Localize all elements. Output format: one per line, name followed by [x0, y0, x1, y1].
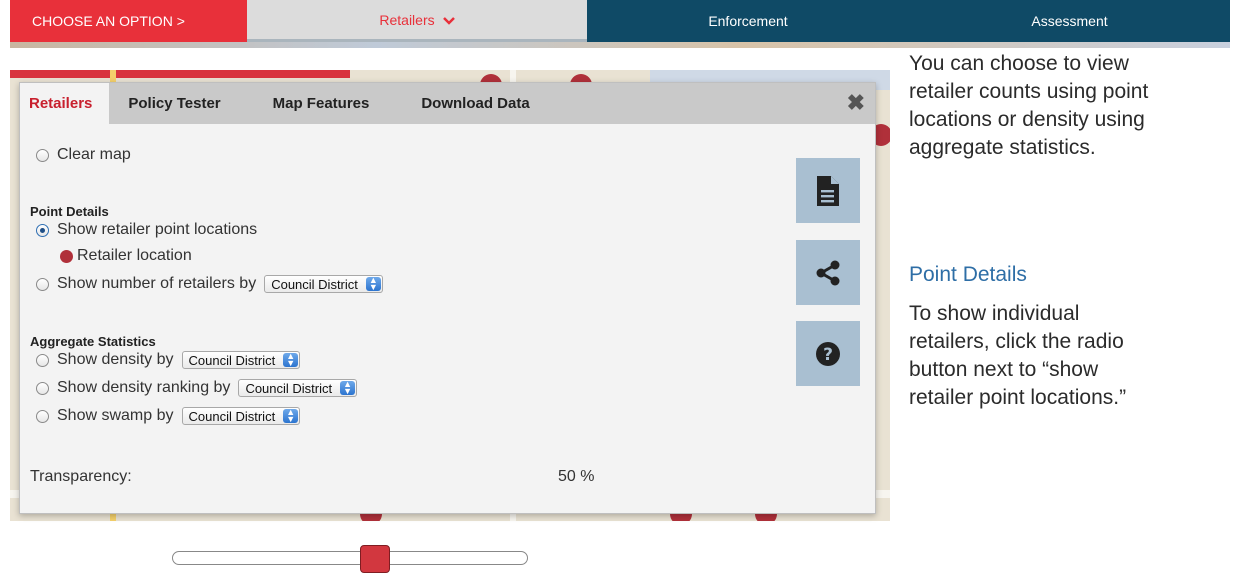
document-icon: [817, 175, 839, 206]
select-arrows-icon: ▲ ▼: [283, 408, 299, 424]
enforcement-tab[interactable]: Enforcement: [587, 0, 909, 42]
top-nav: CHOOSE AN OPTION > Retailers Enforcement…: [10, 0, 1230, 42]
show-swamp-label: Show swamp by: [57, 407, 174, 424]
show-density-option[interactable]: Show density by Council District ▲ ▼: [36, 351, 301, 369]
tab-policy-tester[interactable]: Policy Tester: [109, 83, 246, 124]
map-strip: [10, 42, 1230, 48]
show-swamp-option[interactable]: Show swamp by Council District ▲ ▼: [36, 407, 301, 425]
clear-map-radio[interactable]: [36, 148, 49, 162]
transparency-slider[interactable]: [172, 551, 528, 565]
help-button[interactable]: ?: [796, 321, 860, 386]
panel-content: Clear map Point Details Show retailer po…: [20, 124, 875, 513]
select-arrows-icon: ▲ ▼: [283, 352, 299, 368]
intro-text: You can choose to view retailer counts u…: [909, 50, 1243, 162]
show-number-radio[interactable]: [36, 277, 49, 291]
tab-download-data[interactable]: Download Data: [395, 83, 555, 124]
svg-text:?: ?: [823, 345, 833, 365]
select-arrows-icon: ▲ ▼: [340, 380, 356, 396]
select-value: Council District: [245, 380, 333, 396]
show-points-option[interactable]: Show retailer point locations: [36, 221, 257, 239]
show-swamp-radio[interactable]: [36, 409, 49, 423]
detail-line: retailer point locations.”: [909, 386, 1127, 409]
district-select[interactable]: Council District ▲ ▼: [264, 275, 383, 293]
point-details-heading: Point Details: [30, 204, 109, 219]
legend-label: Retailer location: [77, 247, 192, 264]
intro-line: You can choose to view: [909, 52, 1129, 75]
legend-item: Retailer location: [60, 247, 192, 265]
aggregate-heading: Aggregate Statistics: [30, 334, 156, 349]
assessment-tab[interactable]: Assessment: [909, 0, 1230, 42]
transparency-label: Transparency:: [30, 468, 132, 485]
tab-map-features[interactable]: Map Features: [247, 83, 396, 124]
retailer-location-marker-icon: [60, 249, 73, 263]
detail-text: To show individual retailers, click the …: [909, 300, 1243, 412]
select-value: Council District: [188, 408, 276, 424]
retailers-panel: Retailers Policy Tester Map Features Dow…: [19, 82, 876, 573]
intro-line: aggregate statistics.: [909, 136, 1096, 159]
transparency-slider-handle[interactable]: [360, 545, 390, 573]
share-icon: [816, 260, 840, 285]
intro-line: locations or density using: [909, 108, 1145, 131]
retailers-label: Retailers: [379, 11, 435, 28]
select-value: Council District: [271, 276, 358, 292]
point-details-subheading: Point Details: [909, 263, 1027, 286]
select-arrows-icon: ▲ ▼: [365, 276, 381, 292]
show-density-ranking-option[interactable]: Show density ranking by Council District…: [36, 379, 358, 397]
show-number-option[interactable]: Show number of retailers by Council Dist…: [36, 275, 383, 293]
share-button[interactable]: [796, 240, 860, 305]
choose-option-label: CHOOSE AN OPTION >: [32, 13, 185, 29]
tab-label: Policy Tester: [128, 95, 221, 112]
intro-line: retailer counts using point: [909, 80, 1149, 103]
transparency-value: 50 %: [558, 468, 595, 485]
tab-label: Retailers: [29, 95, 93, 112]
tab-label: Map Features: [272, 95, 370, 112]
show-density-ranking-radio[interactable]: [36, 381, 49, 395]
clear-map-label: Clear map: [57, 146, 131, 163]
panel-tabs: Retailers Policy Tester Map Features Dow…: [20, 83, 875, 124]
show-points-radio[interactable]: [36, 223, 49, 237]
tab-retailers[interactable]: Retailers: [20, 83, 110, 124]
detail-line: button next to “show: [909, 358, 1099, 381]
show-density-label: Show density by: [57, 351, 174, 368]
enforcement-label: Enforcement: [708, 13, 788, 29]
clear-map-option[interactable]: Clear map: [36, 146, 131, 164]
tab-label: Download Data: [421, 95, 530, 112]
district-select[interactable]: Council District ▲ ▼: [238, 379, 358, 397]
retailers-dropdown[interactable]: Retailers: [247, 0, 587, 42]
help-icon: ?: [816, 341, 840, 366]
show-number-label: Show number of retailers by: [57, 275, 257, 292]
district-select[interactable]: Council District ▲ ▼: [181, 407, 301, 425]
show-density-ranking-label: Show density ranking by: [57, 379, 231, 396]
detail-line: retailers, click the radio: [909, 330, 1124, 353]
close-icon[interactable]: ✖: [847, 92, 865, 114]
show-density-radio[interactable]: [36, 353, 49, 367]
show-points-label: Show retailer point locations: [57, 221, 258, 238]
select-value: Council District: [188, 352, 276, 368]
chevron-down-icon: [442, 16, 455, 25]
map-road: [10, 70, 350, 78]
district-select[interactable]: Council District ▲ ▼: [181, 351, 301, 369]
detail-line: To show individual: [909, 302, 1080, 325]
document-button[interactable]: [796, 158, 860, 223]
choose-option-tab[interactable]: CHOOSE AN OPTION >: [10, 0, 247, 42]
assessment-label: Assessment: [1031, 13, 1108, 29]
